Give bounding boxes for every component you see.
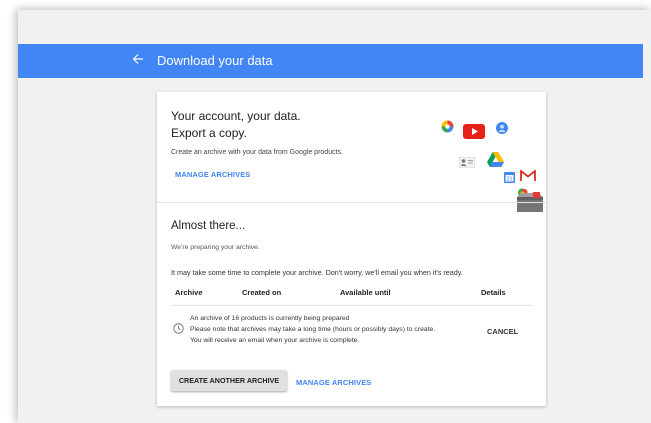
intro-subtext: Create an archive with your data from Go… [171,149,343,156]
gmail-icon [520,170,536,182]
section-divider [157,202,546,203]
manage-archives-link[interactable]: MANAGE ARCHIVES [175,170,250,179]
status-heading: Almost there... [171,220,246,232]
arrow-left-icon[interactable] [132,52,146,68]
column-header-archive: Archive [175,288,203,297]
contacts-icon [459,157,475,168]
column-header-available-until: Available until [340,288,391,297]
intro-heading: Your account, your data. Export a copy. [171,108,301,142]
page-title: Download your data [157,53,273,68]
top-app-bar: Download your data [18,44,643,78]
arrow-left-icon-graphic [132,54,143,64]
export-card: Your account, your data. Export a copy. … [157,92,546,406]
create-another-archive-button[interactable]: CREATE ANOTHER ARCHIVE [171,370,287,391]
google-calendar-icon: 31 [504,172,515,183]
manage-archives-link-bottom[interactable]: MANAGE ARCHIVES [296,378,371,387]
intro-heading-line1: Your account, your data. [171,109,301,123]
cancel-archive-button[interactable]: CANCEL [487,327,518,336]
intro-heading-line2: Export a copy. [171,126,247,140]
column-header-details: Details [481,288,506,297]
intro-section: Your account, your data. Export a copy. … [157,92,546,212]
google-photos-icon [441,120,454,133]
product-icons: 31 [435,114,545,212]
column-header-created-on: Created on [242,288,282,297]
youtube-icon [463,124,485,139]
status-preparing-text: We're preparing your archive. [171,244,260,251]
archive-status-line1: An archive of 16 products is currently b… [190,315,350,322]
clock-icon [173,323,184,334]
table-header-divider [171,305,533,306]
profile-icon [496,122,508,134]
svg-text:31: 31 [506,177,512,183]
page-frame: Download your data Your account, your da… [18,10,651,423]
archive-status-line3: You will receive an email when your arch… [190,337,360,344]
archive-status-line2: Please note that archives may take a lon… [190,326,436,333]
google-drive-icon [487,152,504,167]
status-notice-text: It may take some time to complete your a… [171,268,463,277]
